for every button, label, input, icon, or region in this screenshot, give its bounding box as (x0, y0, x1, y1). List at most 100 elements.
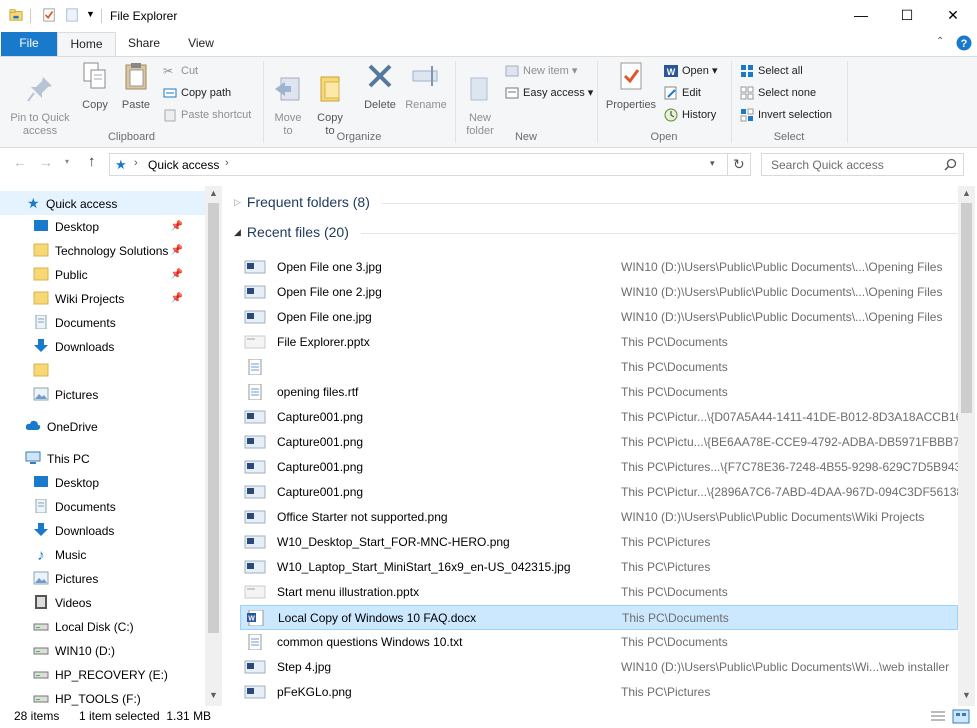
tab-view[interactable]: View (174, 32, 228, 57)
breadcrumb-chevron-icon[interactable]: › (134, 157, 138, 169)
scroll-down-icon[interactable]: ▼ (962, 690, 971, 700)
file-row[interactable]: This PC\Documents (240, 355, 958, 380)
paste-button[interactable]: Paste (117, 61, 155, 112)
file-row[interactable]: File Explorer.pptx This PC\Documents (240, 330, 958, 355)
copy-button[interactable]: Copy (76, 61, 114, 112)
nav-item-onedrive[interactable]: OneDrive (0, 415, 205, 439)
select-none-button[interactable]: Select none (740, 83, 816, 103)
forward-button[interactable]: → (39, 154, 53, 170)
search-input[interactable]: Search Quick access (761, 153, 964, 176)
download-arrow-icon (34, 339, 48, 352)
nav-item-pc-documents[interactable]: Documents (0, 495, 205, 519)
delete-icon (368, 64, 392, 88)
file-row[interactable]: Capture001.png This PC\Pictu...\{BE6AA78E… (240, 430, 958, 455)
customize-qat-icon[interactable]: ▼ (86, 9, 95, 19)
file-row[interactable]: Capture001.png This PC\Pictur...\{2896A7C… (240, 480, 958, 505)
file-row[interactable]: Open File one 3.jpg WIN10 (D:)\Users\Publ… (240, 255, 958, 280)
details-view-icon[interactable] (930, 710, 946, 723)
nav-item-pc-win10-d[interactable]: WIN10 (D:) (0, 639, 205, 663)
properties-qat-icon[interactable] (42, 8, 56, 22)
tab-home[interactable]: Home (57, 32, 116, 57)
nav-item-quick-public[interactable]: Public 📌 (0, 263, 205, 287)
new-item-button[interactable]: New item ▾ (505, 61, 577, 81)
minimize-button[interactable]: — (838, 0, 884, 30)
file-row[interactable]: common questions Windows 10.txt This PC\D… (240, 630, 958, 655)
recent-locations-button[interactable]: ▾ (65, 157, 69, 166)
nav-item-quick-wiki-projects[interactable]: Wiki Projects 📌 (0, 287, 205, 311)
address-bar[interactable]: ★ › Quick access › ▾ ↻ (109, 153, 751, 176)
file-row[interactable]: Open File one 2.jpg WIN10 (D:)\Users\Publ… (240, 280, 958, 305)
nav-item-this-pc[interactable]: This PC (0, 447, 205, 471)
nav-item-pc-hp-tools-f[interactable]: HP_TOOLS (F:) (0, 687, 205, 706)
address-dropdown-icon[interactable]: ▾ (710, 158, 715, 169)
close-button[interactable]: ✕ (930, 0, 976, 30)
move-to-button[interactable]: Move to (268, 61, 308, 138)
recent-files-header[interactable]: ◢ Recent files (20) (234, 224, 349, 240)
nav-scrollbar-thumb[interactable] (208, 203, 219, 633)
breadcrumb-quick-access[interactable]: Quick access (148, 158, 219, 172)
file-row[interactable]: Office Starter not supported.png WIN10 (D… (240, 505, 958, 530)
nav-scrollbar[interactable]: ▲ ▼ (205, 186, 222, 706)
file-row[interactable]: W Local Copy of Windows 10 FAQ.docx This P… (240, 605, 958, 630)
file-row[interactable]: W10_Laptop_Start_MiniStart_16x9_en-US_04… (240, 555, 958, 580)
new-folder-qat-icon[interactable] (65, 8, 79, 22)
tab-file[interactable]: File (1, 32, 57, 57)
file-row[interactable]: Open File one.jpg WIN10 (D:)\Users\Public… (240, 305, 958, 330)
invert-selection-button[interactable]: Invert selection (740, 105, 832, 125)
folder-icon (33, 291, 49, 305)
nav-item-quick-unnamed-folder[interactable] (0, 359, 205, 383)
nav-item-pc-local-disk-c[interactable]: Local Disk (C:) (0, 615, 205, 639)
history-button[interactable]: History (664, 105, 716, 125)
nav-item-quick-pictures[interactable]: Pictures (0, 383, 205, 407)
copy-path-button[interactable]: Copy path (163, 83, 231, 103)
nav-item-pc-music[interactable]: ♪ Music (0, 543, 205, 567)
file-row[interactable]: pFeKGLo.png This PC\Pictures (240, 680, 958, 705)
easy-access-button[interactable]: Easy access ▾ (505, 83, 593, 103)
frequent-folders-header[interactable]: ▷ Frequent folders (8) (234, 194, 370, 210)
collapse-ribbon-icon[interactable]: ⌃ (936, 36, 944, 47)
scissors-icon: ✂ (163, 64, 174, 79)
cut-button[interactable]: ✂ Cut (163, 61, 198, 81)
copy-to-button[interactable]: Copy to (310, 61, 350, 138)
nav-item-quick-access[interactable]: ★ Quick access (0, 191, 205, 215)
scroll-up-icon[interactable]: ▲ (209, 188, 218, 198)
file-row[interactable]: W10_Desktop_Start_FOR-MNC-HERO.png This P… (240, 530, 958, 555)
up-button[interactable]: ↑ (88, 153, 96, 170)
nav-item-pc-hp-recovery-e[interactable]: HP_RECOVERY (E:) (0, 663, 205, 687)
nav-item-quick-technology-solutions[interactable]: Technology Solutions 📌 (0, 239, 205, 263)
file-row[interactable]: Capture001.png This PC\Pictur...\{D07A5A4… (240, 405, 958, 430)
nav-item-quick-downloads[interactable]: Downloads (0, 335, 205, 359)
refresh-icon[interactable]: ↻ (733, 156, 745, 173)
file-row[interactable]: opening files.rtf This PC\Documents (240, 380, 958, 405)
paste-shortcut-button[interactable]: Paste shortcut (163, 105, 251, 125)
rename-button[interactable]: Rename (403, 61, 449, 112)
select-all-button[interactable]: Select all (740, 61, 803, 81)
scroll-down-icon[interactable]: ▼ (209, 690, 218, 700)
nav-item-quick-desktop[interactable]: Desktop 📌 (0, 215, 205, 239)
pin-to-quick-access-button[interactable]: Pin to Quick access (6, 61, 74, 138)
help-icon[interactable]: ? (956, 35, 972, 51)
large-icons-view-icon[interactable] (952, 709, 970, 724)
breadcrumb-chevron-icon[interactable]: › (225, 157, 229, 169)
content-scrollbar[interactable]: ▲ ▼ (958, 186, 975, 706)
file-location: This PC\Pictures (621, 535, 711, 549)
search-placeholder: Search Quick access (771, 158, 884, 172)
new-folder-button[interactable]: New folder (460, 61, 500, 138)
file-row[interactable]: Step 4.jpg WIN10 (D:)\Users\Public\Public… (240, 655, 958, 680)
nav-item-pc-desktop[interactable]: Desktop (0, 471, 205, 495)
delete-button[interactable]: Delete (360, 61, 400, 112)
tab-share[interactable]: Share (118, 32, 170, 57)
nav-item-quick-documents[interactable]: Documents (0, 311, 205, 335)
nav-item-pc-downloads[interactable]: Downloads (0, 519, 205, 543)
file-row[interactable]: Start menu illustration.pptx This PC\Docu… (240, 580, 958, 605)
maximize-button[interactable]: ☐ (884, 0, 930, 30)
back-button[interactable]: ← (13, 154, 27, 170)
open-button[interactable]: W Open ▾ (664, 61, 718, 81)
nav-item-pc-videos[interactable]: Videos (0, 591, 205, 615)
file-row[interactable]: Capture001.png This PC\Pictures...\{F7C78… (240, 455, 958, 480)
properties-button[interactable]: Properties (603, 61, 659, 112)
nav-item-pc-pictures[interactable]: Pictures (0, 567, 205, 591)
scroll-up-icon[interactable]: ▲ (962, 188, 971, 198)
content-scrollbar-thumb[interactable] (961, 203, 972, 413)
edit-button[interactable]: Edit (664, 83, 701, 103)
